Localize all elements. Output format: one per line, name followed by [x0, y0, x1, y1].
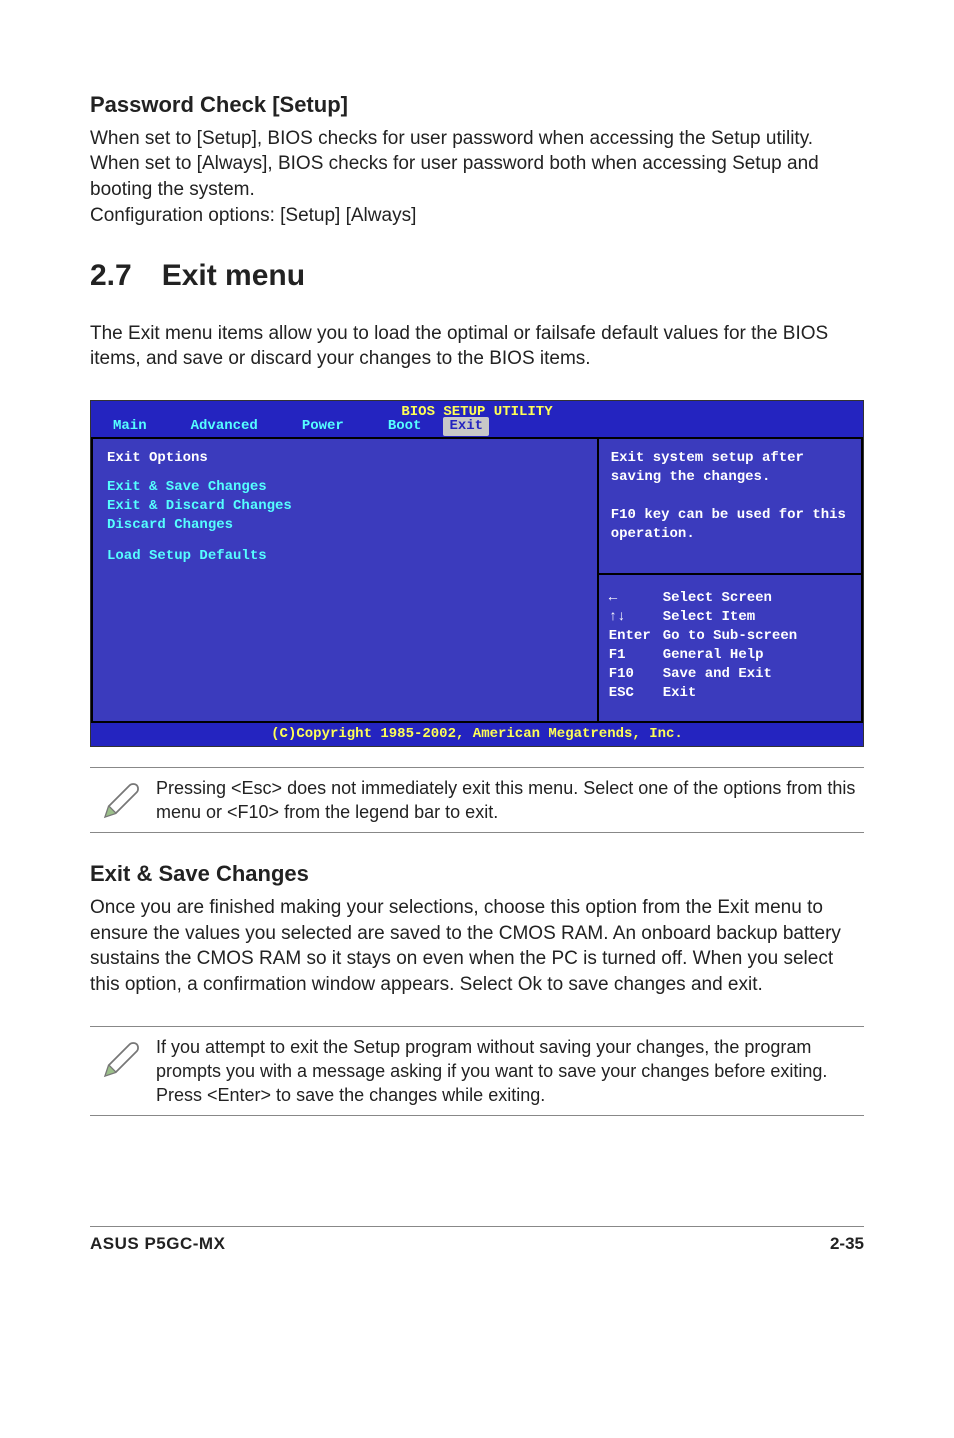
- footer-page-number: 2-35: [830, 1233, 864, 1256]
- nav-val2: Select Item: [663, 608, 755, 627]
- nav-row: ESCExit: [609, 684, 851, 703]
- nav-row: ↑↓Select Item: [609, 608, 851, 627]
- password-check-body: When set to [Setup], BIOS checks for use…: [90, 126, 864, 229]
- pencil-icon: [90, 1035, 152, 1081]
- nav-key-updown: ↑↓: [609, 608, 663, 627]
- tab-power[interactable]: Power: [280, 417, 366, 436]
- nav-key-esc: ESC: [609, 684, 663, 703]
- bios-body: Exit Options Exit & Save Changes Exit & …: [91, 437, 863, 723]
- tab-exit[interactable]: Exit: [443, 417, 489, 436]
- bios-header: BIOS SETUP UTILITY Main Advanced Power B…: [91, 401, 863, 437]
- section-title: 2.7 Exit menu: [90, 256, 864, 297]
- nav-row: F10Save and Exit: [609, 665, 851, 684]
- bios-help-text: Exit system setup after saving the chang…: [599, 437, 863, 575]
- opt-exit-save[interactable]: Exit & Save Changes: [107, 478, 583, 497]
- bios-title-wrap: BIOS SETUP UTILITY Main Advanced Power B…: [91, 403, 863, 437]
- nav-key-f1: F1: [609, 646, 663, 665]
- bios-left-pane: Exit Options Exit & Save Changes Exit & …: [91, 437, 599, 723]
- bios-screenshot: BIOS SETUP UTILITY Main Advanced Power B…: [90, 400, 864, 747]
- section-intro: The Exit menu items allow you to load th…: [90, 321, 864, 372]
- note-block-1: Pressing <Esc> does not immediately exit…: [90, 767, 864, 834]
- nav-key-left: ←: [609, 589, 663, 608]
- spacer: [107, 535, 583, 547]
- opt-exit-discard[interactable]: Exit & Discard Changes: [107, 497, 583, 516]
- nav-val1: Select Screen: [663, 589, 772, 608]
- nav-val4: General Help: [663, 646, 764, 665]
- bios-tabs: Main Advanced Power Boot Exit: [91, 417, 863, 436]
- tab-main[interactable]: Main: [91, 417, 169, 436]
- opt-load-defaults[interactable]: Load Setup Defaults: [107, 547, 583, 566]
- bios-nav-legend: ←Select Screen ↑↓Select Item EnterGo to …: [599, 575, 863, 722]
- exit-options-label: Exit Options: [107, 449, 583, 468]
- exit-save-heading: Exit & Save Changes: [90, 859, 864, 889]
- bios-footer: (C)Copyright 1985-2002, American Megatre…: [91, 723, 863, 746]
- nav-key-f10: F10: [609, 665, 663, 684]
- nav-row: ←Select Screen: [609, 589, 851, 608]
- note-2-text: If you attempt to exit the Setup program…: [152, 1035, 864, 1108]
- nav-key-enter: Enter: [609, 627, 663, 646]
- tab-advanced[interactable]: Advanced: [169, 417, 280, 436]
- page-footer: ASUS P5GC-MX 2-35: [90, 1226, 864, 1256]
- tab-boot[interactable]: Boot: [366, 417, 444, 436]
- nav-row: EnterGo to Sub-screen: [609, 627, 851, 646]
- nav-val5: Save and Exit: [663, 665, 772, 684]
- footer-product: ASUS P5GC-MX: [90, 1233, 225, 1256]
- nav-row: F1General Help: [609, 646, 851, 665]
- password-check-heading: Password Check [Setup]: [90, 90, 864, 120]
- exit-save-body: Once you are finished making your select…: [90, 895, 864, 998]
- pencil-icon: [90, 776, 152, 822]
- nav-val3: Go to Sub-screen: [663, 627, 797, 646]
- nav-val6: Exit: [663, 684, 697, 703]
- bios-right-pane: Exit system setup after saving the chang…: [599, 437, 863, 723]
- note-1-text: Pressing <Esc> does not immediately exit…: [152, 776, 864, 825]
- note-block-2: If you attempt to exit the Setup program…: [90, 1026, 864, 1117]
- opt-discard[interactable]: Discard Changes: [107, 516, 583, 535]
